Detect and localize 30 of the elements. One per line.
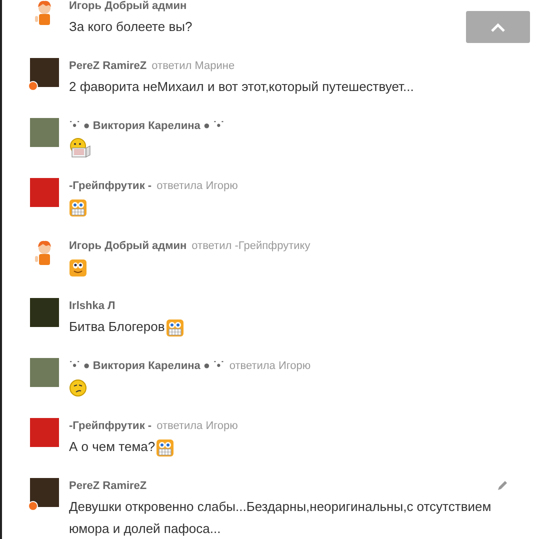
author-link[interactable]: PereZ RamireZ (69, 480, 147, 492)
author-link[interactable]: -Грейпфрутик - (69, 420, 152, 432)
grin-emoji-icon (166, 318, 184, 337)
reply-to-label: ответила Игорю (229, 360, 311, 372)
pencil-icon[interactable] (496, 480, 508, 492)
scroll-up-button[interactable] (466, 11, 530, 43)
grin-emoji-icon (156, 438, 174, 457)
comment-text: Битва Блогеров (69, 319, 165, 334)
comment-text: А о чем тема? (69, 439, 156, 454)
author-link[interactable]: ˙•˙ ● Виктория Карелина ● ˙•˙ (69, 120, 224, 132)
reply-to-label: ответил Марине (152, 60, 235, 72)
reply-to-label: ответила Игорю (156, 180, 238, 192)
author-link[interactable]: Игорь Добрый админ (69, 0, 187, 12)
comment-text: 2 фаворита неМихаил и вот этот,который путешествует... (69, 79, 414, 94)
wink-emoji-icon (69, 378, 87, 397)
grin-emoji-icon (69, 198, 87, 217)
author-link[interactable]: PereZ RamireZ (69, 60, 147, 72)
photo-placeholder[interactable] (30, 58, 59, 87)
comment-text: Девушки откровенно слабы...Бездарны,неоригинальны,с отсутствием юмора и долей пафоса... (69, 499, 492, 536)
photo-placeholder[interactable] (30, 478, 59, 507)
author-link[interactable]: -Грейпфрутик - (69, 180, 152, 192)
reply-to-label: ответил -Грейпфрутику (192, 240, 310, 252)
chevron-up-icon (491, 22, 505, 32)
author-link[interactable]: Irlshka Л (69, 300, 116, 312)
smiley-newspaper-icon (69, 138, 91, 158)
comment-text: За кого болеете вы? (69, 19, 192, 34)
reply-to-label: ответила Игорю (156, 420, 238, 432)
smile-emoji-icon (69, 258, 87, 277)
author-link[interactable]: ˙•˙ ● Виктория Карелина ● ˙•˙ (69, 360, 224, 372)
author-link[interactable]: Игорь Добрый админ (69, 240, 187, 252)
